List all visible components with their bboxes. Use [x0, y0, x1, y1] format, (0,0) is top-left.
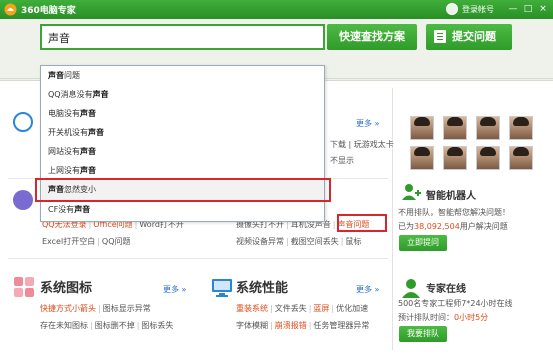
links-performance-line1: 重装系统 | 文件丢失 | 蓝屏 | 优化加速 — [236, 304, 369, 313]
robot-user-icon — [402, 184, 421, 200]
links-performance-line2: 字体模糊 | 崩溃报错 | 任务管理器异常 — [236, 321, 370, 330]
link-reinstall[interactable]: 重装系统 — [236, 304, 268, 313]
ask-now-button[interactable]: 立即提问 — [399, 235, 447, 251]
suggestion-item[interactable]: CF没有声音 — [41, 200, 324, 220]
link-icon-delete[interactable]: 图标删不掉 — [95, 321, 135, 330]
quick-find-button[interactable]: 快速查找方案 — [327, 24, 417, 50]
more-link-system-icons[interactable]: 更多 — [163, 284, 186, 295]
link-file-lost[interactable]: 文件丢失 — [275, 304, 307, 313]
links-system-icons-line2: 存在未知图标 | 图标删不掉 | 图标丢失 — [40, 321, 174, 330]
links-system-icons-line1: 快捷方式小箭头 | 图标显示异常 — [40, 304, 151, 313]
expert-wait-label: 预计排队时间： — [398, 313, 454, 322]
suggestion-item[interactable]: 开关机没有声音 — [41, 123, 324, 143]
link-task-manager[interactable]: 任务管理器异常 — [313, 321, 369, 330]
link-unknown-icon[interactable]: 存在未知图标 — [40, 321, 88, 330]
system-performance-category-icon — [212, 279, 232, 297]
link-icon-display[interactable]: 图标显示异常 — [103, 304, 151, 313]
link-optimize[interactable]: 优化加速 — [336, 304, 368, 313]
expert-desc: 500名专家工程师7*24小时在线 — [398, 299, 513, 308]
suggestion-item[interactable]: 电脑没有声音 — [41, 104, 324, 124]
suggestion-item[interactable]: 声音问题 — [41, 66, 324, 86]
more-link-system-performance[interactable]: 更多 — [356, 284, 379, 295]
search-input[interactable]: 声音 — [40, 24, 325, 50]
highlight-suggestion — [35, 178, 331, 202]
link-icon-lost[interactable]: 图标丢失 — [141, 321, 173, 330]
link-bluescreen[interactable]: 蓝屏 — [313, 304, 329, 313]
links-hardware-line2: 视频设备异常 | 截图空间丢失 | 鼠标 — [236, 237, 362, 246]
system-icons-title: 系统图标 — [40, 281, 93, 296]
link-screenshot[interactable]: 截图空间丢失 — [291, 237, 339, 246]
highlight-sound-problem — [337, 214, 387, 232]
expert-avatar[interactable] — [509, 116, 533, 140]
expert-avatar[interactable] — [443, 116, 467, 140]
expert-title: 专家在线 — [426, 284, 466, 295]
expert-wait: 预计排队时间：0小时5分 — [398, 312, 488, 323]
link-excel[interactable]: Excel打开空白 — [42, 237, 95, 246]
login-link[interactable]: 登录帐号 — [462, 4, 494, 15]
link-qq-problem[interactable]: QQ问题 — [102, 237, 131, 246]
app-logo-icon — [4, 3, 17, 16]
robot-desc: 不用排队，智能帮您解决问题！ — [398, 208, 510, 217]
submit-question-button[interactable]: 提交问题 — [426, 24, 512, 50]
robot-count: 38,092,504 — [414, 222, 460, 231]
link-shortcut-arrow[interactable]: 快捷方式小箭头 — [40, 304, 96, 313]
panel-divider — [392, 88, 393, 350]
links-software-line2: Excel打开空白 | QQ问题 — [42, 237, 131, 246]
link-font-blur[interactable]: 字体模糊 — [236, 321, 268, 330]
close-button[interactable]: × — [537, 3, 549, 15]
user-avatar-icon[interactable] — [446, 3, 458, 15]
expert-user-icon — [402, 279, 420, 298]
minimize-button[interactable]: — — [507, 3, 519, 15]
ie-browser-icon — [13, 112, 33, 132]
title-bar: 360电脑专家 登录帐号 — □ × — [0, 0, 553, 19]
expert-avatar[interactable] — [410, 146, 434, 170]
queue-button[interactable]: 我要排队 — [399, 326, 447, 342]
maximize-button[interactable]: □ — [522, 3, 534, 15]
robot-stat: 已为38,092,504用户解决问题 — [398, 221, 508, 232]
expert-avatar[interactable] — [410, 116, 434, 140]
expert-avatar[interactable] — [443, 146, 467, 170]
system-performance-title: 系统性能 — [236, 281, 289, 296]
link-mouse[interactable]: 鼠标 — [345, 237, 361, 246]
suggestion-item[interactable]: 网站没有声音 — [41, 142, 324, 162]
robot-stat-prefix: 已为 — [398, 222, 414, 231]
app-title: 360电脑专家 — [21, 6, 76, 16]
link-game-lag[interactable]: 下载 | 玩游戏太卡 — [330, 140, 394, 149]
expert-wait-time: 0小时5分 — [454, 313, 489, 322]
system-icons-category-icon — [14, 277, 34, 297]
link-video-device[interactable]: 视频设备异常 — [236, 237, 284, 246]
document-icon — [434, 30, 446, 43]
expert-avatar[interactable] — [476, 116, 500, 140]
robot-title: 智能机器人 — [426, 191, 476, 202]
link-crash[interactable]: 崩溃报错 — [275, 321, 307, 330]
link-not-display[interactable]: 不显示 — [330, 156, 354, 165]
section-divider-2 — [8, 258, 388, 259]
software-category-icon — [13, 190, 33, 210]
robot-stat-suffix: 用户解决问题 — [459, 222, 508, 231]
more-link-internet[interactable]: 更多 — [356, 118, 379, 129]
suggestion-item[interactable]: QQ消息没有声音 — [41, 85, 324, 105]
expert-avatar[interactable] — [509, 146, 533, 170]
links-internet-line2: 不显示 — [330, 155, 354, 166]
expert-avatar[interactable] — [476, 146, 500, 170]
links-internet-line1: 下载 | 玩游戏太卡 — [330, 139, 394, 150]
submit-question-label: 提交问题 — [452, 30, 496, 43]
